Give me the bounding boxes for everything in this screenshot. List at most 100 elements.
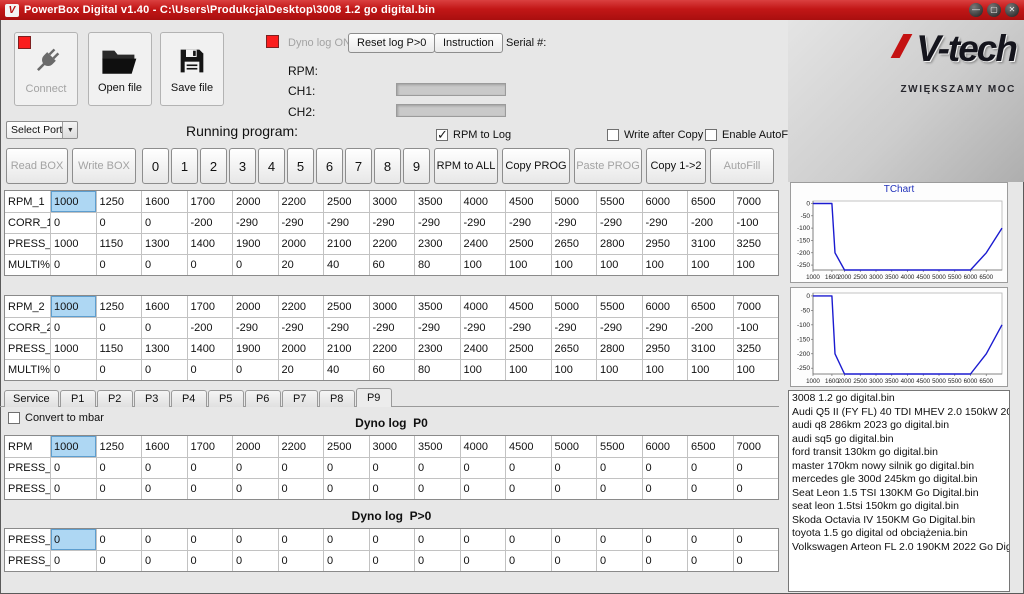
table-cell[interactable]: 2500 — [506, 234, 552, 254]
table-cell[interactable]: 80 — [415, 255, 461, 275]
table-cell[interactable]: 0 — [506, 551, 552, 571]
table-cell[interactable]: -290 — [552, 318, 598, 338]
table-cell[interactable]: 1700 — [188, 191, 234, 212]
table-cell[interactable]: 1300 — [142, 234, 188, 254]
table-cell[interactable]: 100 — [734, 360, 779, 380]
table-cell[interactable]: 2200 — [279, 436, 325, 457]
table-cell[interactable]: 1400 — [188, 339, 234, 359]
digit-button-3[interactable]: 3 — [229, 148, 256, 184]
table-cell[interactable]: 0 — [97, 213, 143, 233]
table-cell[interactable]: -100 — [734, 213, 779, 233]
table-cell[interactable]: 2800 — [597, 339, 643, 359]
file-item[interactable]: master 170km nowy silnik go digital.bin — [792, 460, 1006, 474]
enable-autofill-checkbox[interactable] — [705, 129, 717, 141]
table-cell[interactable]: 0 — [415, 479, 461, 499]
table-cell[interactable]: 60 — [370, 255, 416, 275]
table-cell[interactable]: -290 — [461, 318, 507, 338]
table-cell[interactable]: 0 — [643, 551, 689, 571]
file-item[interactable]: ford transit 130km go digital.bin — [792, 446, 1006, 460]
table-cell[interactable]: 5000 — [552, 436, 598, 457]
table-cell[interactable]: 100 — [643, 360, 689, 380]
table-cell[interactable]: 100 — [734, 255, 779, 275]
table-cell[interactable]: 6500 — [688, 296, 734, 317]
table-cell[interactable]: 0 — [97, 360, 143, 380]
table-cell[interactable]: 100 — [552, 255, 598, 275]
table-cell[interactable]: 0 — [142, 551, 188, 571]
table-cell[interactable]: 0 — [279, 551, 325, 571]
rpm-to-log-checkbox[interactable] — [436, 129, 448, 141]
table-cell[interactable]: 2300 — [415, 339, 461, 359]
table-cell[interactable]: 0 — [506, 529, 552, 550]
table-cell[interactable]: 0 — [142, 529, 188, 550]
table-cell[interactable]: -290 — [506, 213, 552, 233]
digit-button-9[interactable]: 9 — [403, 148, 430, 184]
table-cell[interactable]: 2000 — [233, 296, 279, 317]
table-cell[interactable]: 0 — [370, 551, 416, 571]
table-cell[interactable]: 2650 — [552, 234, 598, 254]
table-cell[interactable]: 0 — [415, 458, 461, 478]
table-cell[interactable]: 1900 — [233, 339, 279, 359]
table-cell[interactable]: 100 — [597, 360, 643, 380]
tab-p3[interactable]: P3 — [134, 390, 170, 407]
table-cell[interactable]: 2950 — [643, 339, 689, 359]
tab-p9[interactable]: P9 — [356, 388, 392, 407]
table-cell[interactable]: 0 — [552, 529, 598, 550]
file-item[interactable]: Volkswagen Arteon FL 2.0 190KM 2022 Go D… — [792, 541, 1006, 555]
table-cell[interactable]: -290 — [324, 213, 370, 233]
tab-p6[interactable]: P6 — [245, 390, 281, 407]
table-cell[interactable]: 0 — [51, 255, 97, 275]
table-cell[interactable]: 7000 — [734, 191, 779, 212]
table-cell[interactable]: 7000 — [734, 436, 779, 457]
table-cell[interactable]: 0 — [51, 458, 97, 478]
maximize-icon[interactable]: ▢ — [987, 3, 1001, 17]
table-cell[interactable]: 0 — [734, 529, 779, 550]
table-cell[interactable]: 1000 — [51, 191, 97, 212]
table-cell[interactable]: -290 — [415, 318, 461, 338]
table-cell[interactable]: 100 — [461, 360, 507, 380]
table-cell[interactable]: 2100 — [324, 339, 370, 359]
table-cell[interactable]: 1250 — [97, 191, 143, 212]
table-cell[interactable]: 5000 — [552, 191, 598, 212]
table-cell[interactable]: 0 — [688, 551, 734, 571]
file-item[interactable]: audi sq5 go digital.bin — [792, 433, 1006, 447]
table-cell[interactable]: 60 — [370, 360, 416, 380]
table-cell[interactable]: 3100 — [688, 339, 734, 359]
table-cell[interactable]: 0 — [97, 529, 143, 550]
table-cell[interactable]: 0 — [552, 479, 598, 499]
table-cell[interactable]: 2000 — [279, 339, 325, 359]
table-cell[interactable]: 20 — [279, 255, 325, 275]
copy-prog-button[interactable]: Copy PROG — [502, 148, 570, 184]
table-cell[interactable]: 4000 — [461, 191, 507, 212]
read-box-button[interactable]: Read BOX — [6, 148, 68, 184]
table-cell[interactable]: 5500 — [597, 191, 643, 212]
table-cell[interactable]: 0 — [643, 529, 689, 550]
table-cell[interactable]: 2500 — [324, 436, 370, 457]
tab-p2[interactable]: P2 — [97, 390, 133, 407]
table-cell[interactable]: -290 — [415, 213, 461, 233]
table-cell[interactable]: 40 — [324, 360, 370, 380]
table-cell[interactable]: 2100 — [324, 234, 370, 254]
table-cell[interactable]: 0 — [506, 458, 552, 478]
table-cell[interactable]: -290 — [324, 318, 370, 338]
table-cell[interactable]: -290 — [370, 318, 416, 338]
table-cell[interactable]: -200 — [688, 318, 734, 338]
table-cell[interactable]: 0 — [461, 551, 507, 571]
table-cell[interactable]: 2500 — [324, 296, 370, 317]
digit-button-2[interactable]: 2 — [200, 148, 227, 184]
file-item[interactable]: toyota 1.5 go digital od obciążenia.bin — [792, 527, 1006, 541]
table-cell[interactable]: 0 — [233, 551, 279, 571]
table-cell[interactable]: 5500 — [597, 296, 643, 317]
table-cell[interactable]: 2650 — [552, 339, 598, 359]
file-item[interactable]: Audi Q5 II (FY FL) 40 TDI MHEV 2.0 150kW… — [792, 406, 1006, 420]
table-cell[interactable]: 0 — [142, 479, 188, 499]
table-cell[interactable]: 6000 — [643, 191, 689, 212]
table-cell[interactable]: -290 — [279, 213, 325, 233]
table-cell[interactable]: 0 — [643, 458, 689, 478]
table-cell[interactable]: 0 — [97, 255, 143, 275]
digit-button-1[interactable]: 1 — [171, 148, 198, 184]
table-cell[interactable]: 0 — [142, 255, 188, 275]
table-cell[interactable]: 4500 — [506, 191, 552, 212]
table-cell[interactable]: 0 — [142, 360, 188, 380]
table-cell[interactable]: 2200 — [279, 296, 325, 317]
table-cell[interactable]: -290 — [370, 213, 416, 233]
